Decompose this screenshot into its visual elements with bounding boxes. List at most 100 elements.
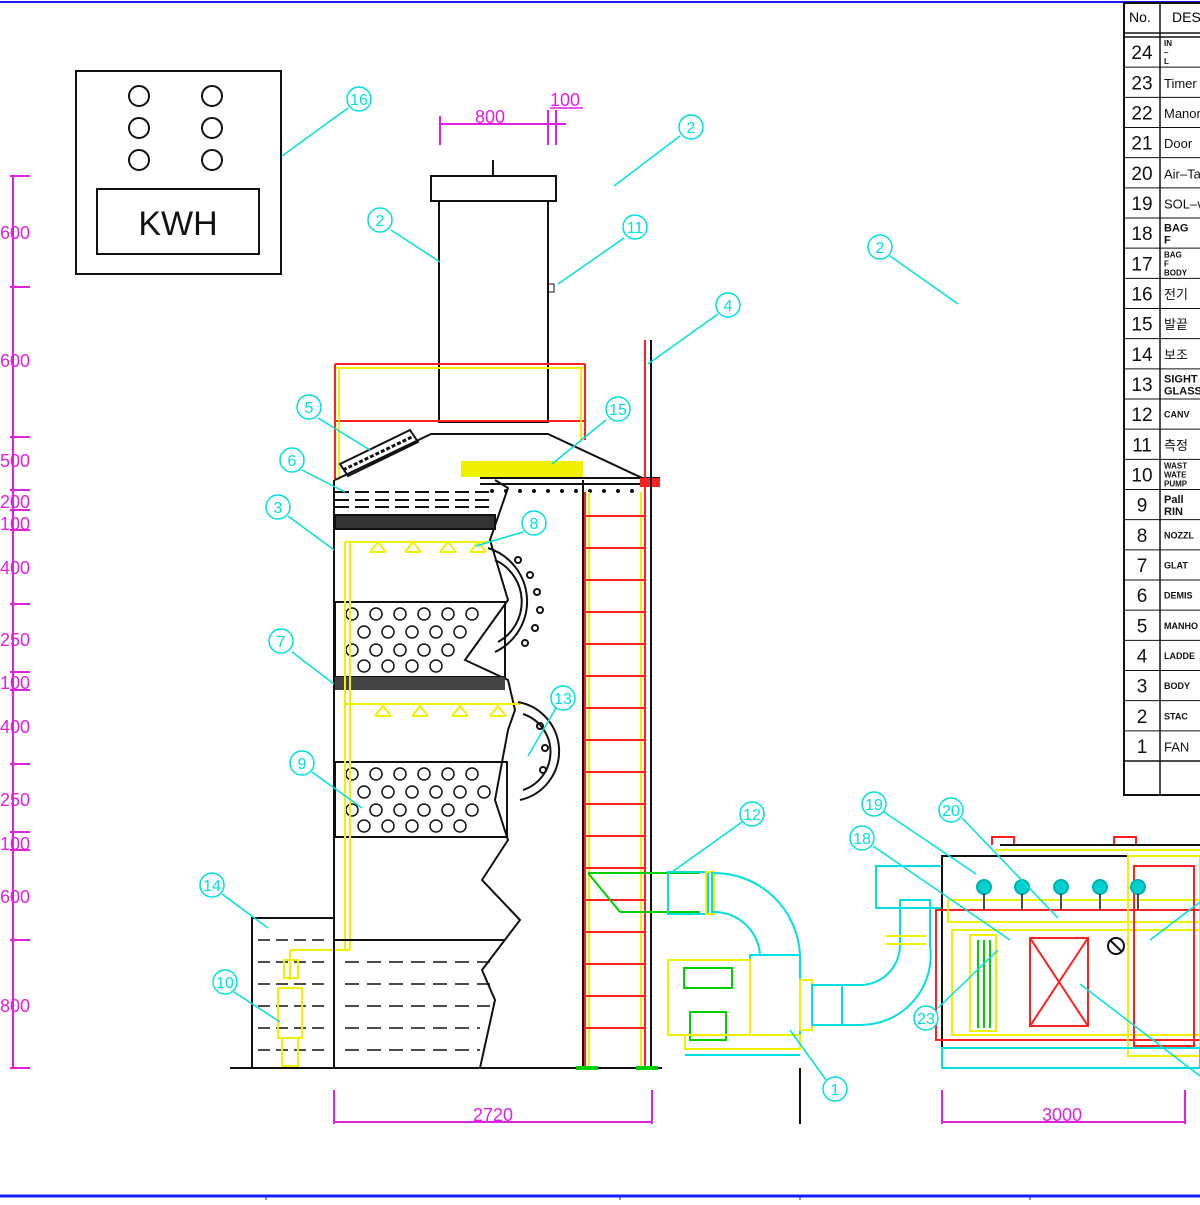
indicator-lamp-icons [128, 85, 223, 171]
scale-label: 250 [0, 630, 30, 650]
scale-label: 800 [0, 996, 30, 1016]
table-row-description: Air–Ta [1164, 166, 1200, 181]
table-row-number: 15 [1131, 315, 1152, 336]
demister-layers [334, 491, 496, 530]
table-row-number: 22 [1131, 103, 1152, 124]
scale-label: 200 [0, 492, 30, 512]
manhole [338, 428, 420, 478]
balloon-label: 9 [298, 756, 307, 773]
water-sump [335, 939, 505, 1051]
table-row-description: MANHO [1164, 621, 1198, 631]
table-row-number: 21 [1131, 134, 1152, 155]
table-row-description: BODY [1164, 681, 1190, 691]
balloon-label: 12 [743, 807, 761, 824]
table-row-number: 18 [1131, 224, 1152, 245]
table-header-no: No. [1129, 9, 1151, 25]
balloon-label: 2 [687, 120, 696, 137]
table-row-description: 보조 [1164, 347, 1188, 362]
scale-label: 400 [0, 558, 30, 578]
table-row-description: RIN [1164, 506, 1183, 518]
balloon-label: 8 [530, 516, 539, 533]
drawing-frame [0, 1, 1200, 1200]
table-row-description: SOL–v [1164, 196, 1200, 211]
packing-bed-upper [334, 601, 506, 690]
table-row-number: 10 [1131, 465, 1152, 486]
balloon-label: 10 [216, 975, 234, 992]
table-row-description: 발끝 [1164, 317, 1188, 332]
table-row-description: F [1164, 235, 1171, 247]
table-row-description: IN [1164, 39, 1172, 48]
balloon-label: 16 [350, 92, 368, 109]
bag-filter [935, 836, 1200, 1069]
balloon-label: 7 [277, 634, 286, 651]
cad-drawing-canvas: KWH 600 600 500 200 100 400 2 50 100 400 … [0, 0, 1200, 1200]
scale-label: 600 [0, 887, 30, 907]
balloon-label: 13 [554, 691, 572, 708]
table-row-description: WAST [1164, 461, 1187, 470]
table-row-description: F [1164, 259, 1169, 268]
table-row-number: 19 [1131, 194, 1152, 215]
scale-label: 600 [0, 351, 30, 371]
scale-label: 100 [0, 514, 30, 534]
table-row-number: 3 [1137, 677, 1148, 698]
scale-label: 600 [0, 223, 30, 243]
balloon-label: 3 [274, 500, 283, 517]
table-row-number: 17 [1131, 254, 1152, 275]
balloon-label: 11 [627, 220, 644, 237]
kwh-label: KWH [138, 205, 217, 243]
packing-bed-lower [334, 761, 508, 838]
balloon-label: 23 [917, 1011, 935, 1028]
table-row-number: 2 [1137, 707, 1148, 728]
scale-label: 400 [0, 717, 30, 737]
table-row-number: 6 [1137, 586, 1148, 607]
scale-label: 100 [0, 673, 30, 693]
filter-duct [799, 865, 943, 1031]
control-panel: KWH [75, 70, 282, 275]
tower-body [230, 479, 662, 1069]
table-row-description: L [1164, 57, 1169, 66]
table-row-description: 측정 [1164, 438, 1188, 453]
table-row-description: DEMIS [1164, 591, 1193, 601]
balloon-label: 4 [724, 298, 733, 315]
balloon-label: 14 [203, 878, 221, 895]
scale-label: 100 [0, 834, 30, 854]
auxiliary-tank [251, 917, 335, 1069]
top-dimension: 800 100 [439, 90, 583, 145]
table-row-number: 7 [1137, 556, 1148, 577]
balloon-label: 15 [609, 402, 627, 419]
dimension-base-width: 2720 [473, 1105, 513, 1125]
balloon-label: 6 [288, 453, 297, 470]
table-row-description: Timer [1164, 76, 1197, 91]
dimension-filter-width: 3000 [1042, 1105, 1082, 1125]
table-row-number: 8 [1137, 526, 1148, 547]
parts-list-table: No. DES 24 IN–L23 Timer22 Manor21 Door20 Air–… [1123, 2, 1200, 796]
table-row-description: WATE [1164, 470, 1187, 479]
table-row-number: 12 [1131, 405, 1152, 426]
table-row-description: GLASS [1164, 385, 1200, 397]
table-row-description: STAC [1164, 711, 1188, 721]
table-row-description: BAG [1164, 250, 1182, 259]
scale-label: 250 [0, 790, 30, 810]
table-row-number: 13 [1131, 375, 1152, 396]
scale-label: 500 [0, 451, 30, 471]
table-row-number: 9 [1137, 496, 1148, 517]
dimension-top-gap: 100 [550, 90, 580, 110]
table-header-desc: DES [1172, 9, 1200, 25]
table-row-description: GLAT [1164, 560, 1188, 570]
left-dimension-scale: 600 600 500 200 100 400 250 100 400 250 … [0, 175, 30, 1069]
balloon-label: 2 [876, 240, 885, 257]
callout-balloons [199, 86, 964, 1102]
table-row-number: 14 [1131, 345, 1153, 366]
balloon-label: 20 [942, 803, 960, 820]
balloon-label: 5 [305, 400, 314, 417]
scrubber-drawing: KWH 600 600 500 200 100 400 2 50 100 400 … [0, 1, 1200, 1200]
ladder [576, 340, 658, 1070]
table-row-number: 20 [1131, 164, 1152, 185]
table-row-description: BODY [1164, 268, 1188, 277]
fan [667, 871, 802, 1124]
table-row-description: SIGHT [1164, 373, 1198, 385]
stack [430, 160, 557, 423]
table-row-number: 4 [1137, 646, 1148, 667]
solenoid-valve-icons [976, 879, 1146, 895]
table-row-description: LADDE [1164, 651, 1195, 661]
